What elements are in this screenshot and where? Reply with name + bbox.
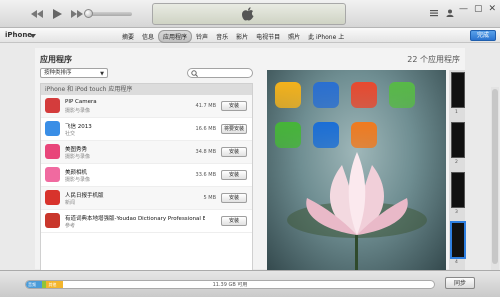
- tab-0[interactable]: 摘要: [118, 30, 138, 43]
- rewind-icon[interactable]: [30, 9, 44, 19]
- tab-6[interactable]: 电视节目: [252, 30, 284, 43]
- page-title: 应用程序: [40, 55, 72, 64]
- app-category: 摄影与录像: [65, 177, 91, 183]
- app-name: 人民日报手机版: [65, 193, 104, 199]
- install-button[interactable]: 安装: [221, 170, 247, 180]
- app-list: iPhone 和 iPod touch 应用程序 PIP Camera 摄影与录像…: [40, 83, 253, 271]
- chevron-down-icon[interactable]: [30, 34, 36, 39]
- install-button[interactable]: 安装: [221, 101, 247, 111]
- tab-3[interactable]: 铃声: [192, 30, 212, 43]
- app-category: 摄影与录像: [65, 154, 91, 160]
- tab-4[interactable]: 音乐: [212, 30, 232, 43]
- mail-icon[interactable]: [351, 82, 377, 108]
- chevron-down-icon: ▼: [100, 71, 104, 77]
- clip-icon[interactable]: [313, 122, 339, 148]
- apple-logo-icon: [242, 7, 254, 21]
- app-icon: [45, 144, 60, 159]
- page-thumbnail[interactable]: [451, 122, 465, 158]
- maximize-button[interactable]: ▢: [474, 4, 483, 14]
- page-thumbnail[interactable]: [451, 72, 465, 108]
- page-number: 1: [455, 110, 458, 115]
- user-icon[interactable]: [446, 9, 454, 17]
- app-name: 美颜相机: [65, 170, 88, 176]
- nav-tabs: 摘要 信息 应用程序 铃声 音乐 影片 电视节目 照片此 iPhone 上: [118, 30, 348, 43]
- lens-icon[interactable]: [351, 122, 377, 148]
- main-content: 应用程序 22 个应用程序 按种类排序 ▼ iPhone 和 iPod touc…: [0, 43, 500, 297]
- install-button[interactable]: 将要安装: [221, 124, 247, 134]
- app-category: 参考: [65, 223, 76, 229]
- app-size: 34.8 MB: [195, 149, 216, 155]
- app-icon: [45, 98, 60, 113]
- app-name: 美图秀秀: [65, 147, 88, 153]
- app-count: 22 个应用程序: [407, 55, 460, 64]
- list-item[interactable]: 有道词典本地增强版-Youdao Dictionary Professional…: [41, 210, 252, 233]
- app-size: 33.6 MB: [195, 172, 216, 178]
- app-icon: [45, 190, 60, 205]
- tab-7[interactable]: 照片: [284, 30, 304, 43]
- page-number: 3: [455, 210, 458, 215]
- app-icon: [45, 167, 60, 182]
- title-bar: — ▢ ✕: [0, 0, 500, 28]
- scrollbar-thumb[interactable]: [492, 89, 498, 264]
- volume-slider-track[interactable]: [88, 12, 132, 16]
- list-item[interactable]: 人民日报手机版 新闻 5 MB 安装: [41, 187, 252, 210]
- list-item[interactable]: 飞信 2013 社交 16.6 MB 将要安装: [41, 118, 252, 141]
- list-item[interactable]: 美图秀秀 摄影与录像 34.8 MB 安装: [41, 141, 252, 164]
- free-space-label: 11.39 GB 可用: [212, 282, 248, 288]
- home-screen-preview[interactable]: [267, 70, 446, 273]
- app-size: 41.7 MB: [195, 103, 216, 109]
- app-icon: [45, 121, 60, 136]
- app-category: 社交: [65, 131, 76, 137]
- capacity-segment-label: 音频: [28, 282, 37, 287]
- minimize-button[interactable]: —: [459, 4, 468, 14]
- apps-panel: 应用程序 22 个应用程序 按种类排序 ▼ iPhone 和 iPod touc…: [35, 48, 465, 273]
- install-button[interactable]: 安装: [221, 193, 247, 203]
- device-nav-bar: iPhone 摘要 信息 应用程序 铃声 音乐 影片 电视节目 照片此 iPhone 上 完成: [0, 28, 500, 43]
- app-name: 飞信 2013: [65, 124, 92, 130]
- page-number: 2: [455, 160, 458, 165]
- app-name: 有道词典本地增强版-Youdao Dictionary Professional…: [65, 216, 205, 222]
- wechat-icon[interactable]: [275, 122, 301, 148]
- fast-forward-icon[interactable]: [70, 9, 84, 19]
- play-icon[interactable]: [51, 8, 63, 20]
- close-button[interactable]: ✕: [488, 4, 496, 14]
- list-item[interactable]: PIP Camera 摄影与录像 41.7 MB 安装: [41, 95, 252, 118]
- done-button[interactable]: 完成: [470, 30, 496, 41]
- tab-2[interactable]: 应用程序: [158, 30, 193, 43]
- app-size: 5 MB: [203, 195, 216, 201]
- capacity-meter: 11.39 GB 可用 音频 其他: [25, 280, 435, 289]
- page-number: 4: [455, 260, 458, 265]
- qq-icon[interactable]: [313, 82, 339, 108]
- device-name[interactable]: iPhone: [5, 31, 32, 39]
- search-icon: [191, 70, 198, 77]
- chart-icon[interactable]: [389, 82, 415, 108]
- tab-1[interactable]: 信息: [138, 30, 158, 43]
- scrollbar[interactable]: [491, 87, 499, 297]
- app-category: 摄影与录像: [65, 108, 91, 114]
- app-category: 新闻: [65, 200, 76, 206]
- page-thumbnail[interactable]: [451, 172, 465, 208]
- app-list-header: iPhone 和 iPod touch 应用程序: [41, 84, 252, 95]
- install-button[interactable]: 安装: [221, 147, 247, 157]
- app-name: PIP Camera: [65, 99, 97, 105]
- page-thumbnail[interactable]: [451, 222, 465, 258]
- sort-select-value: 按种类排序: [44, 70, 72, 76]
- install-button[interactable]: 安装: [221, 216, 247, 226]
- tab-5[interactable]: 影片: [232, 30, 252, 43]
- search-input[interactable]: [187, 68, 253, 78]
- capacity-segment-label: 其他: [48, 282, 57, 287]
- sort-select[interactable]: 按种类排序 ▼: [40, 68, 108, 78]
- star-icon[interactable]: [275, 82, 301, 108]
- app-icon: [45, 213, 60, 228]
- list-item[interactable]: 美颜相机 摄影与录像 33.6 MB 安装: [41, 164, 252, 187]
- sync-button[interactable]: 同步: [445, 277, 475, 289]
- tab-8[interactable]: 此 iPhone 上: [304, 30, 348, 43]
- transport-controls: [30, 8, 84, 20]
- home-page-strip: 1 2 3 4: [449, 70, 465, 273]
- app-size: 16.6 MB: [195, 126, 216, 132]
- menu-list-icon[interactable]: [430, 9, 438, 17]
- volume-slider-knob[interactable]: [84, 9, 93, 18]
- capacity-bar: 11.39 GB 可用 音频 其他 同步: [0, 270, 500, 297]
